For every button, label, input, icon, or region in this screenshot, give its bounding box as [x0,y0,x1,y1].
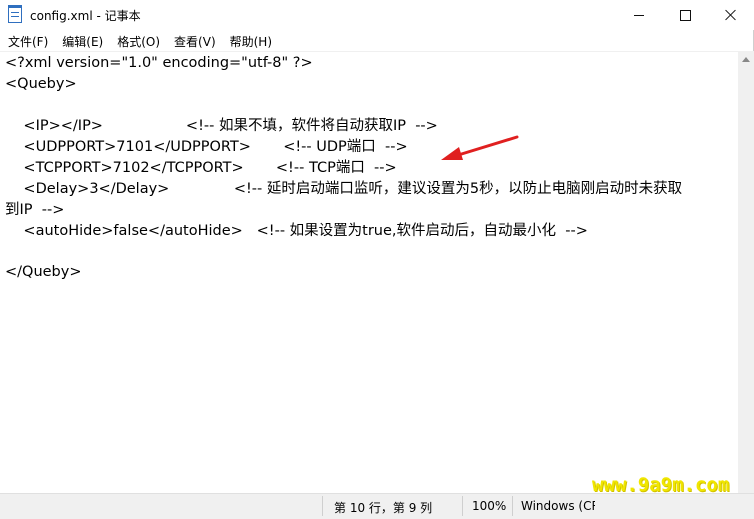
zoom-level: 100% [472,499,507,513]
line-ending: Windows (CR [521,499,595,513]
status-bar: 第 10 行，第 9 列 100% Windows (CR [0,493,754,519]
notepad-window: config.xml - 记事本 文件(F) 编辑(E) 格式(O) 查看(V)… [0,0,754,519]
cursor-position: 第 10 行，第 9 列 [334,501,433,515]
status-divider [512,496,513,516]
watermark-text: www.9a9m.com [592,474,730,496]
annotation-arrow [441,135,519,160]
status-divider [462,496,463,516]
status-divider [322,496,323,516]
